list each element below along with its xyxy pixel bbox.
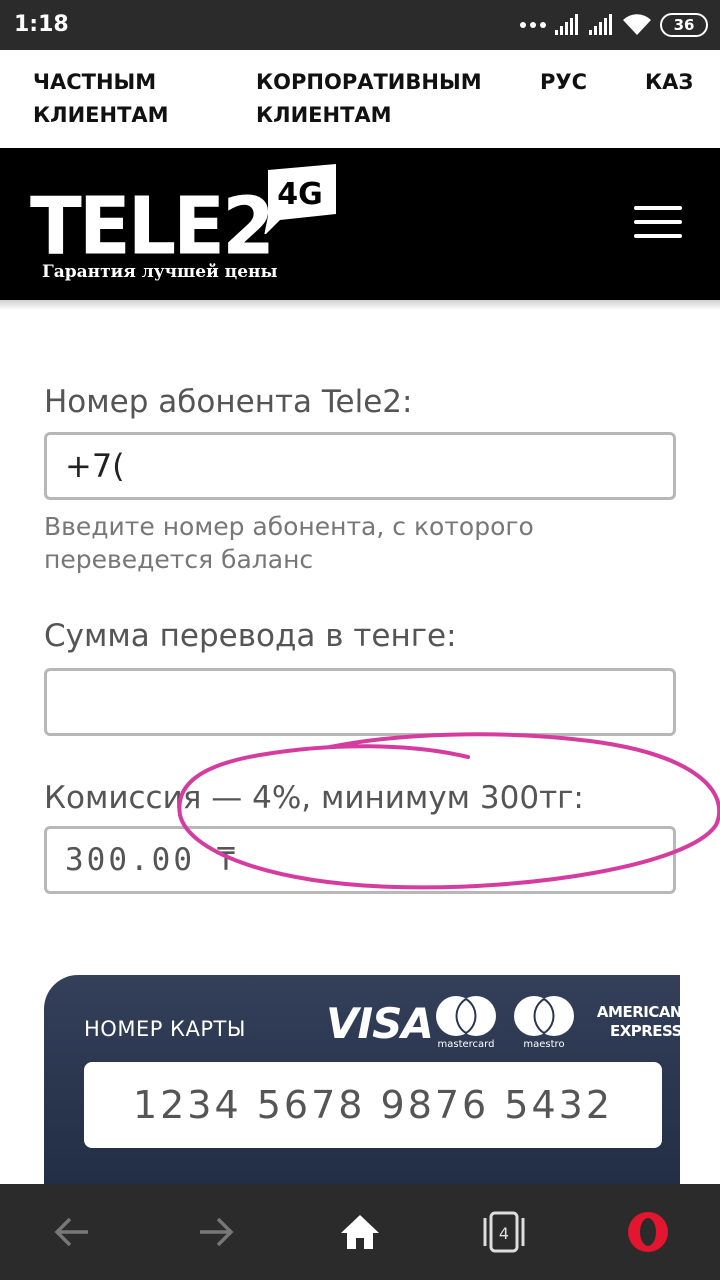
amount-label: Сумма перевода в тенге: xyxy=(44,618,457,654)
tele2-logo[interactable]: TELE2 xyxy=(30,183,275,268)
wifi-icon xyxy=(623,14,651,35)
maestro-caption: maestro xyxy=(523,1039,565,1050)
card-number-input[interactable] xyxy=(84,1062,662,1148)
top-nav: ЧАСТНЫМ КЛИЕНТАМ КОРПОРАТИВНЫМ КЛИЕНТАМ … xyxy=(0,50,720,148)
tabs-button[interactable]: 4 xyxy=(474,1202,534,1262)
nav-private-line2: КЛИЕНТАМ xyxy=(33,103,169,127)
tab-count: 4 xyxy=(499,1224,509,1243)
visa-logo: VISA xyxy=(326,999,434,1048)
nav-corporate-clients[interactable]: КОРПОРАТИВНЫМ КЛИЕНТАМ xyxy=(256,66,482,132)
header-shadow xyxy=(0,300,720,310)
mastercard-caption: mastercard xyxy=(437,1039,495,1050)
card-number-label: НОМЕР КАРТЫ xyxy=(84,1017,246,1041)
hamburger-menu-button[interactable] xyxy=(630,200,686,244)
logo-4g-text: 4G xyxy=(277,177,323,212)
status-time: 1:18 xyxy=(14,12,69,37)
nav-private-clients[interactable]: ЧАСТНЫМ КЛИЕНТАМ xyxy=(33,66,169,132)
home-button[interactable] xyxy=(330,1202,390,1262)
opera-icon xyxy=(628,1212,668,1252)
commission-label: Комиссия — 4%, минимум 300тг: xyxy=(44,780,584,816)
logo-tagline: Гарантия лучшей цены xyxy=(42,262,278,282)
commission-value: 300.00 ₸ xyxy=(44,826,676,894)
battery-icon: 36 xyxy=(660,13,708,37)
tabs-icon: 4 xyxy=(483,1211,525,1253)
phone-input[interactable] xyxy=(44,432,676,500)
amount-input[interactable] xyxy=(44,668,676,736)
lang-kz-link[interactable]: КАЗ xyxy=(645,66,693,99)
home-icon xyxy=(341,1215,379,1249)
amex-line1: AMERICAN xyxy=(596,1003,680,1021)
phone-hint: Введите номер абонента, с которого перев… xyxy=(44,512,534,574)
opera-menu-button[interactable] xyxy=(618,1202,678,1262)
nav-corporate-line2: КЛИЕНТАМ xyxy=(256,103,392,127)
site-header: TELE2 4G Гарантия лучшей цены xyxy=(0,148,720,300)
back-button[interactable] xyxy=(42,1202,102,1262)
signal-icon xyxy=(555,14,578,35)
lang-ru-link[interactable]: РУС xyxy=(540,66,587,99)
nav-private-line1: ЧАСТНЫМ xyxy=(33,70,157,94)
status-icons: 36 xyxy=(520,13,708,37)
forward-icon xyxy=(200,1217,234,1247)
back-icon xyxy=(54,1217,88,1247)
signal-icon-2 xyxy=(589,14,612,35)
dots-icon xyxy=(520,22,546,28)
amex-line2: EXPRESS xyxy=(609,1022,680,1040)
nav-corporate-line1: КОРПОРАТИВНЫМ xyxy=(256,70,482,94)
logo-4g-badge: 4G xyxy=(264,164,336,234)
screen: 1:18 36 ЧАСТНЫМ КЛИЕНТАМ КОРПОРАТИВНЫМ К… xyxy=(0,0,720,1280)
forward-button[interactable] xyxy=(186,1202,246,1262)
mastercard-logo: mastercard xyxy=(434,995,498,1051)
status-bar: 1:18 36 xyxy=(0,0,720,50)
browser-bottom-bar: 4 xyxy=(0,1184,720,1280)
amex-logo: AMERICAN EXPRESS xyxy=(592,1003,680,1041)
phone-label: Номер абонента Tele2: xyxy=(44,384,413,420)
maestro-logo: maestro xyxy=(512,995,576,1051)
